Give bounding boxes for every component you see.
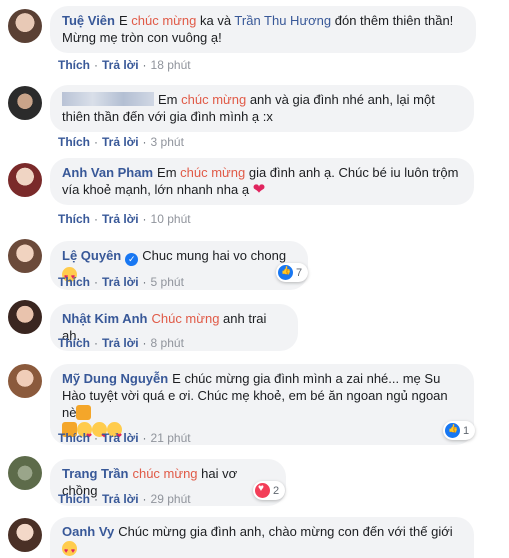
avatar[interactable] [8, 9, 42, 43]
comment-bubble: Em chúc mừng anh và gia đình nhé anh, lạ… [50, 85, 474, 132]
avatar[interactable] [8, 86, 42, 120]
commenter-name[interactable]: Mỹ Dung Nguyễn [62, 371, 168, 386]
reaction-summary[interactable]: 2 [253, 481, 286, 500]
like-link[interactable]: Thích [58, 431, 90, 445]
verified-badge-icon: ✓ [125, 253, 139, 266]
comment-actions: Thích · Trả lời · 29 phút [58, 492, 191, 506]
comment-actions: Thích · Trả lời · 18 phút [58, 58, 191, 72]
mention-link[interactable]: Trần Thu Hương [234, 13, 331, 28]
reply-link[interactable]: Trả lời [102, 431, 139, 445]
comment-bubble: Oanh Vy Chúc mừng gia đình anh, chào mừng… [50, 517, 474, 558]
avatar[interactable] [8, 456, 42, 490]
heart-eyes-emoji-icon [62, 541, 77, 558]
love-reaction-icon [255, 483, 270, 498]
comment-actions: Thích · Trả lời · 3 phút [58, 135, 184, 149]
like-link[interactable]: Thích [58, 58, 90, 72]
avatar[interactable] [8, 364, 42, 398]
like-reaction-icon [445, 423, 460, 438]
highlight-text: chúc mừng [180, 165, 246, 180]
highlight-text: chúc mừng [181, 92, 247, 107]
avatar[interactable] [8, 518, 42, 552]
highlight-text: chúc mừng [131, 13, 197, 28]
blurred-name[interactable] [62, 92, 154, 106]
commenter-name[interactable]: Tuệ Viên [62, 13, 115, 28]
like-link[interactable]: Thích [58, 336, 90, 350]
reply-link[interactable]: Trả lời [102, 58, 139, 72]
reaction-summary[interactable]: 7 [276, 263, 309, 282]
comment-actions: Thích · Trả lời · 5 phút [58, 275, 184, 289]
reaction-summary[interactable]: 1 [443, 421, 476, 440]
commenter-name[interactable]: Anh Van Pham [62, 165, 153, 180]
commenter-name[interactable]: Oanh Vy [62, 524, 114, 539]
like-link[interactable]: Thích [58, 492, 90, 506]
timestamp[interactable]: 29 phút [151, 492, 191, 506]
commenter-name[interactable]: Lệ Quyên [62, 248, 121, 263]
commenter-name[interactable]: Trang Trần [62, 466, 128, 481]
commenter-name[interactable]: Nhật Kim Anh [62, 311, 147, 326]
comment-actions: Thích · Trả lời · 8 phút [58, 336, 184, 350]
comment-bubble: Tuệ Viên E chúc mừng ka và Trần Thu Hương… [50, 6, 476, 53]
like-reaction-icon [278, 265, 293, 280]
reply-link[interactable]: Trả lời [102, 492, 139, 506]
avatar[interactable] [8, 300, 42, 334]
comment-actions: Thích · Trả lời · 10 phút [58, 212, 191, 226]
timestamp[interactable]: 18 phút [151, 58, 191, 72]
like-link[interactable]: Thích [58, 275, 90, 289]
comment-bubble: Anh Van Pham Em chúc mừng gia đình anh ạ.… [50, 158, 474, 205]
timestamp[interactable]: 21 phút [151, 431, 191, 445]
timestamp[interactable]: 5 phút [151, 275, 184, 289]
timestamp[interactable]: 8 phút [151, 336, 184, 350]
reply-link[interactable]: Trả lời [102, 336, 139, 350]
like-link[interactable]: Thích [58, 212, 90, 226]
timestamp[interactable]: 10 phút [151, 212, 191, 226]
comment-actions: Thích · Trả lời · 21 phút [58, 431, 191, 445]
reply-link[interactable]: Trả lời [102, 135, 139, 149]
timestamp[interactable]: 3 phút [151, 135, 184, 149]
like-link[interactable]: Thích [58, 135, 90, 149]
highlight-text: chúc mừng [132, 466, 198, 481]
party-popper-emoji-icon [76, 405, 92, 420]
reply-link[interactable]: Trả lời [102, 212, 139, 226]
highlight-text: Chúc mừng [151, 311, 220, 326]
avatar[interactable] [8, 239, 42, 273]
reply-link[interactable]: Trả lời [102, 275, 139, 289]
heart-emoji-icon: ❤ [252, 181, 266, 198]
avatar[interactable] [8, 163, 42, 197]
